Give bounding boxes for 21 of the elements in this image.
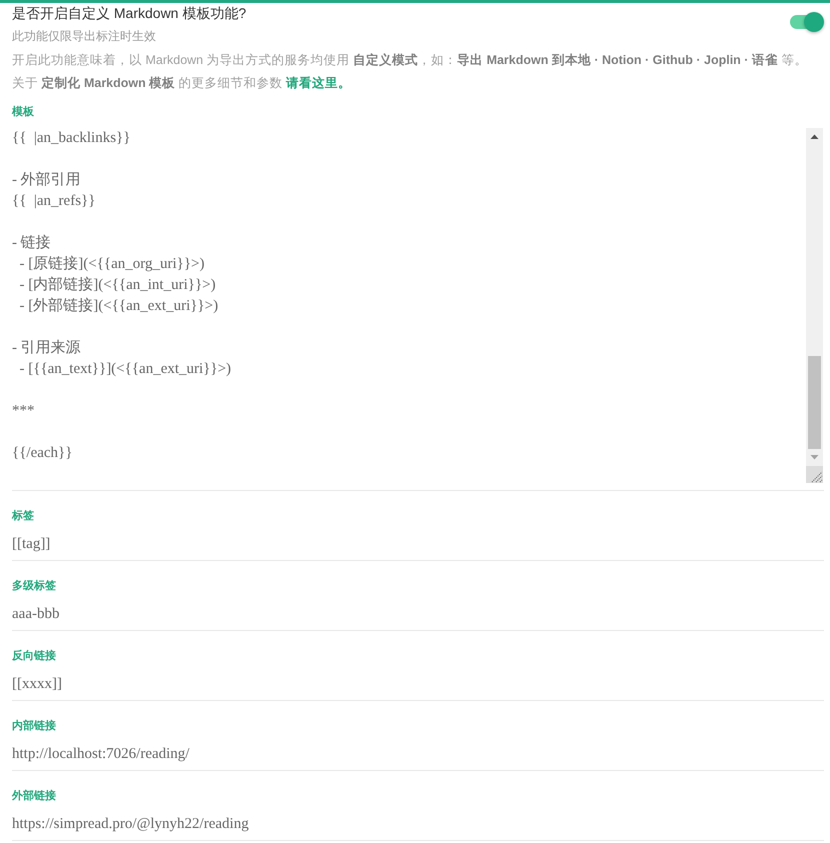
field-label: 标签: [12, 508, 35, 522]
scrollbar-thumb[interactable]: [808, 356, 821, 448]
scrollbar[interactable]: [806, 128, 823, 482]
resize-grip-icon[interactable]: [806, 466, 823, 482]
text-input[interactable]: http://localhost:7026/reading/: [12, 738, 824, 768]
setting-title: 是否开启自定义 Markdown 模板功能?: [12, 4, 246, 23]
text-input[interactable]: [[xxxx]]: [12, 668, 824, 698]
text-input[interactable]: aaa-bbb: [12, 598, 824, 628]
setting-hint: 此功能仅限导出标注时生效: [12, 28, 157, 45]
more-info-text: 关于 定制化 Markdown 模板 的更多细节和参数 请看这里。: [12, 74, 352, 92]
toggle-switch[interactable]: [790, 12, 824, 32]
field-label: 内部链接: [12, 718, 57, 732]
template-textarea[interactable]: {{ |an_backlinks}} - 外部引用 {{ |an_refs}} - 链接 - [原链接](<{{an_org_uri}}>) - [内部链接](<{{an_int_uri}}>) - [外部链接](<{{an_ext_uri}}>) - 引用来源 - [{{an_text}}](<{{an_ext_uri}}>) *** {{/each}}: [12, 128, 823, 482]
description-text: 开启此功能意味着，以 Markdown 为导出方式的服务均使用 自定义模式，如：导出 Markdown 到本地 · Notion · Github · Joplin · 语雀 等。: [12, 52, 808, 69]
field-label: 外部链接: [12, 788, 57, 802]
field-label: 多级标签: [12, 578, 57, 592]
text-input[interactable]: https://simpread.pro/@lynyh22/reading: [12, 808, 824, 838]
field-label: 反向链接: [12, 648, 57, 662]
details-link[interactable]: 请看这里。: [286, 76, 352, 90]
field-label: 模板: [12, 104, 35, 118]
text-input[interactable]: [[tag]]: [12, 528, 824, 558]
